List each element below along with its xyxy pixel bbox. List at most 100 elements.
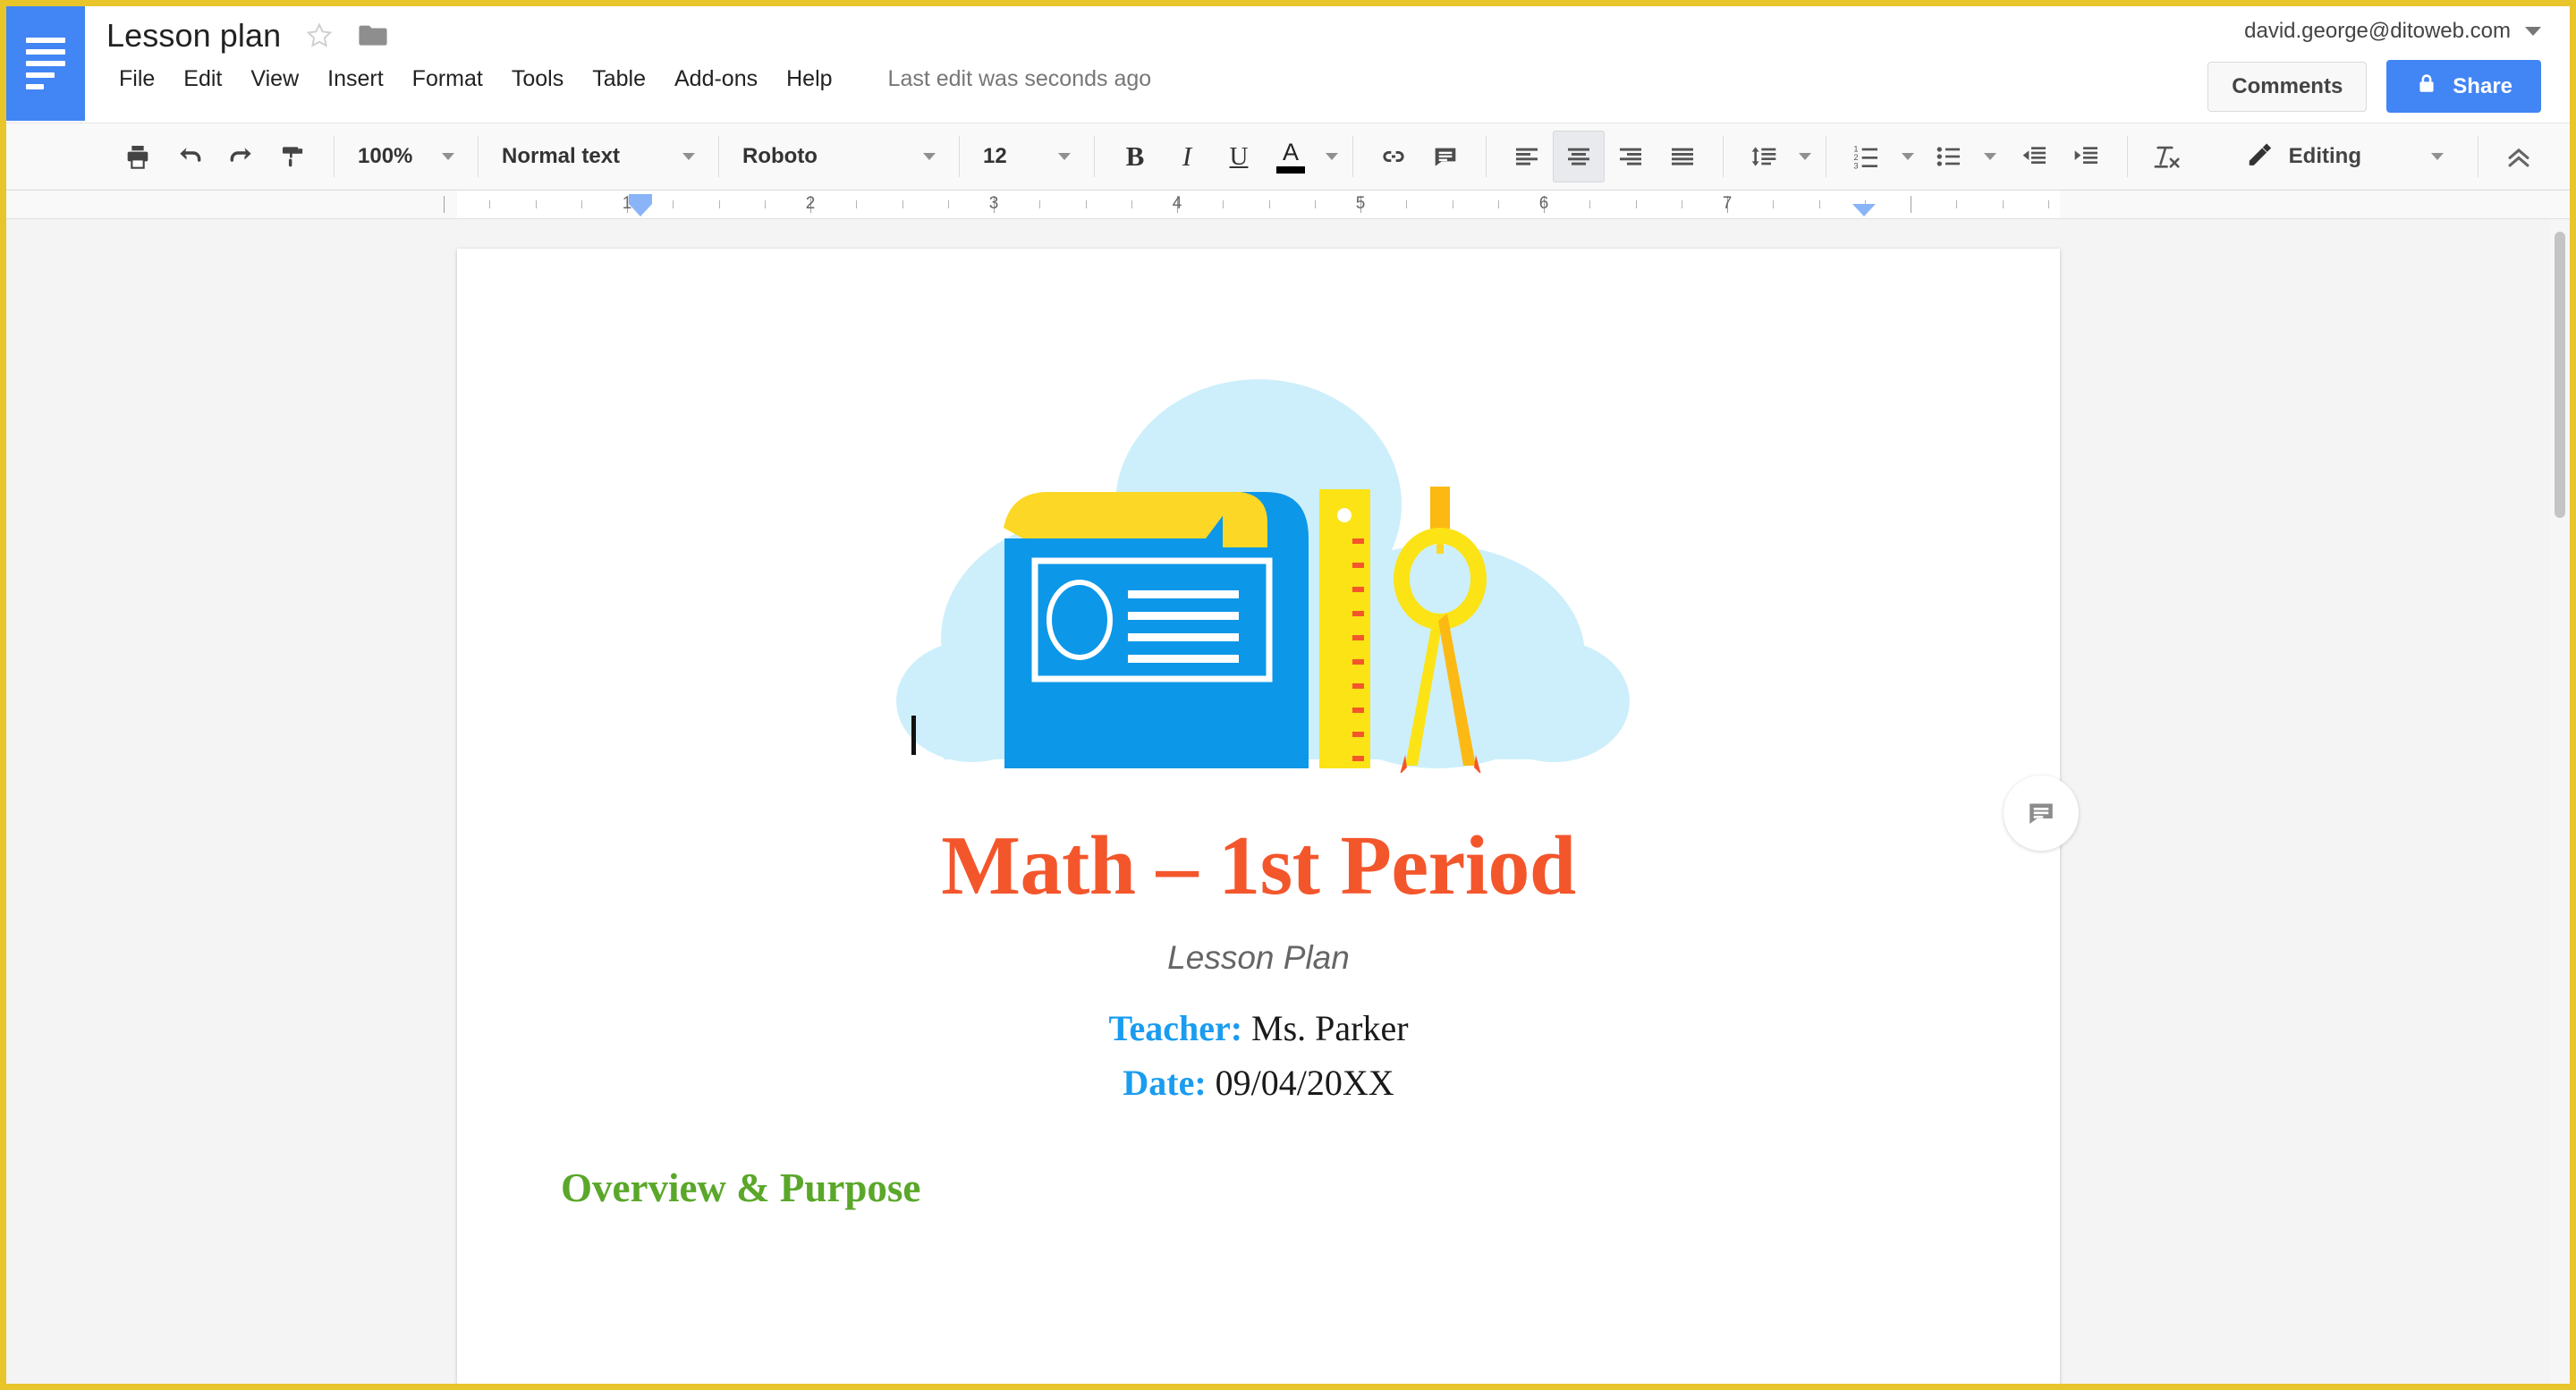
share-label: Share [2453,73,2512,98]
undo-icon[interactable] [164,131,216,182]
italic-label: I [1182,140,1192,172]
scrollbar-thumb[interactable] [2555,232,2565,518]
menu-item-help[interactable]: Help [774,63,844,96]
text-color-swatch [1276,165,1305,174]
numbered-list-icon[interactable]: 1 2 3 [1841,131,1893,182]
toolbar-divider [959,136,960,177]
align-center-icon[interactable] [1553,131,1605,182]
menu-item-format[interactable]: Format [400,63,496,96]
print-icon[interactable] [112,131,164,182]
toolbar-divider [718,136,719,177]
comments-button[interactable]: Comments [2207,61,2368,112]
underline-label: U [1229,141,1249,171]
folder-icon[interactable] [358,22,388,49]
line-spacing-icon[interactable] [1738,131,1790,182]
teacher-line[interactable]: Teacher: Ms. Parker [457,1007,2060,1049]
paint-format-icon[interactable] [267,131,319,182]
italic-button[interactable]: I [1161,131,1213,182]
docs-logo-icon[interactable] [6,6,85,121]
vertical-scrollbar[interactable] [2550,219,2570,1384]
formatting-toolbar: 100% Normal text Roboto 12 B I U A 1 2 3… [6,123,2570,191]
paragraph-style-dropdown[interactable]: Normal text [493,131,704,182]
chevron-down-icon [2525,27,2541,36]
last-edit-status[interactable]: Last edit was seconds ago [888,66,1152,92]
chevron-down-icon[interactable] [1902,153,1914,160]
clear-formatting-icon[interactable] [2142,131,2194,182]
increase-indent-icon[interactable] [2061,131,2113,182]
date-line[interactable]: Date: 09/04/20XX [457,1062,2060,1104]
decrease-indent-icon[interactable] [2009,131,2061,182]
ruler-tick [1085,200,1087,208]
document-canvas: Math – 1st Period Lesson Plan Teacher: M… [6,219,2570,1384]
section-heading-overview[interactable]: Overview & Purpose [457,1165,2060,1211]
menu-item-table[interactable]: Table [580,63,658,96]
zoom-value: 100% [358,144,413,168]
redo-icon[interactable] [216,131,267,182]
chevron-double-up-icon[interactable] [2493,131,2545,182]
font-size-dropdown[interactable]: 12 [974,131,1080,182]
add-comment-fab[interactable] [2004,776,2079,851]
menu-item-tools[interactable]: Tools [499,63,576,96]
ruler-tick [1497,200,1499,208]
document-heading[interactable]: Math – 1st Period [457,820,2060,912]
ruler-tick [1773,200,1775,208]
document-page[interactable]: Math – 1st Period Lesson Plan Teacher: M… [457,249,2060,1384]
font-family-dropdown[interactable]: Roboto [733,131,945,182]
menu-item-edit[interactable]: Edit [171,63,234,96]
page-content: Math – 1st Period Lesson Plan Teacher: M… [457,249,2060,1211]
chevron-down-icon [2431,153,2444,160]
editing-mode-dropdown[interactable]: Editing [2226,141,2463,173]
ruler-tick [1635,200,1637,208]
align-justify-icon[interactable] [1657,131,1708,182]
ruler-tick [673,200,674,208]
star-icon[interactable] [304,21,335,51]
ruler-tick [856,200,858,208]
underline-button[interactable]: U [1213,131,1265,182]
right-indent-marker[interactable] [1852,204,1876,216]
teacher-value: Ms. Parker [1251,1007,1409,1048]
ruler-tick [535,200,537,208]
menu-item-file[interactable]: File [106,63,167,96]
ruler-tick [718,200,720,208]
menu-item-insert[interactable]: Insert [315,63,396,96]
toolbar-divider [1486,136,1487,177]
ruler-tick [1818,200,1820,208]
ruler-track: 1234567 [6,191,2570,218]
chevron-down-icon[interactable] [1984,153,1996,160]
account-row[interactable]: david.george@ditoweb.com [2244,19,2541,44]
horizontal-ruler[interactable]: 1234567 [6,191,2570,219]
ruler-tick [1314,200,1316,208]
teacher-label: Teacher: [1108,1007,1243,1048]
ruler-tick [1268,200,1270,208]
ruler-tick [1589,200,1591,208]
share-button[interactable]: Share [2386,60,2541,113]
document-subtitle[interactable]: Lesson Plan [457,939,2060,977]
chevron-down-icon[interactable] [1326,153,1338,160]
menu-item-addons[interactable]: Add-ons [662,63,770,96]
align-right-icon[interactable] [1605,131,1657,182]
ruler-tick [2047,200,2049,208]
zoom-dropdown[interactable]: 100% [349,131,463,182]
account-email: david.george@ditoweb.com [2244,19,2511,43]
bold-button[interactable]: B [1109,131,1161,182]
align-left-icon[interactable] [1501,131,1553,182]
toolbar-divider [1352,136,1353,177]
ruler-tick [947,200,949,208]
ruler-tick [580,200,582,208]
editing-mode-label: Editing [2288,144,2361,168]
link-icon[interactable] [1368,131,1419,182]
chevron-down-icon [923,153,936,160]
bulleted-list-icon[interactable] [1923,131,1975,182]
add-comment-icon[interactable] [1419,131,1471,182]
toolbar-divider [334,136,335,177]
menu-item-view[interactable]: View [238,63,311,96]
text-color-button[interactable]: A [1265,131,1317,182]
left-indent-marker[interactable] [629,194,652,216]
ruler-tick [1131,200,1132,208]
document-title[interactable]: Lesson plan [106,17,281,55]
chevron-down-icon[interactable] [1799,153,1811,160]
text-cursor [911,716,916,755]
ruler-tick [1039,200,1041,208]
ruler-tick [1223,200,1224,208]
ruler-tick [489,200,491,208]
